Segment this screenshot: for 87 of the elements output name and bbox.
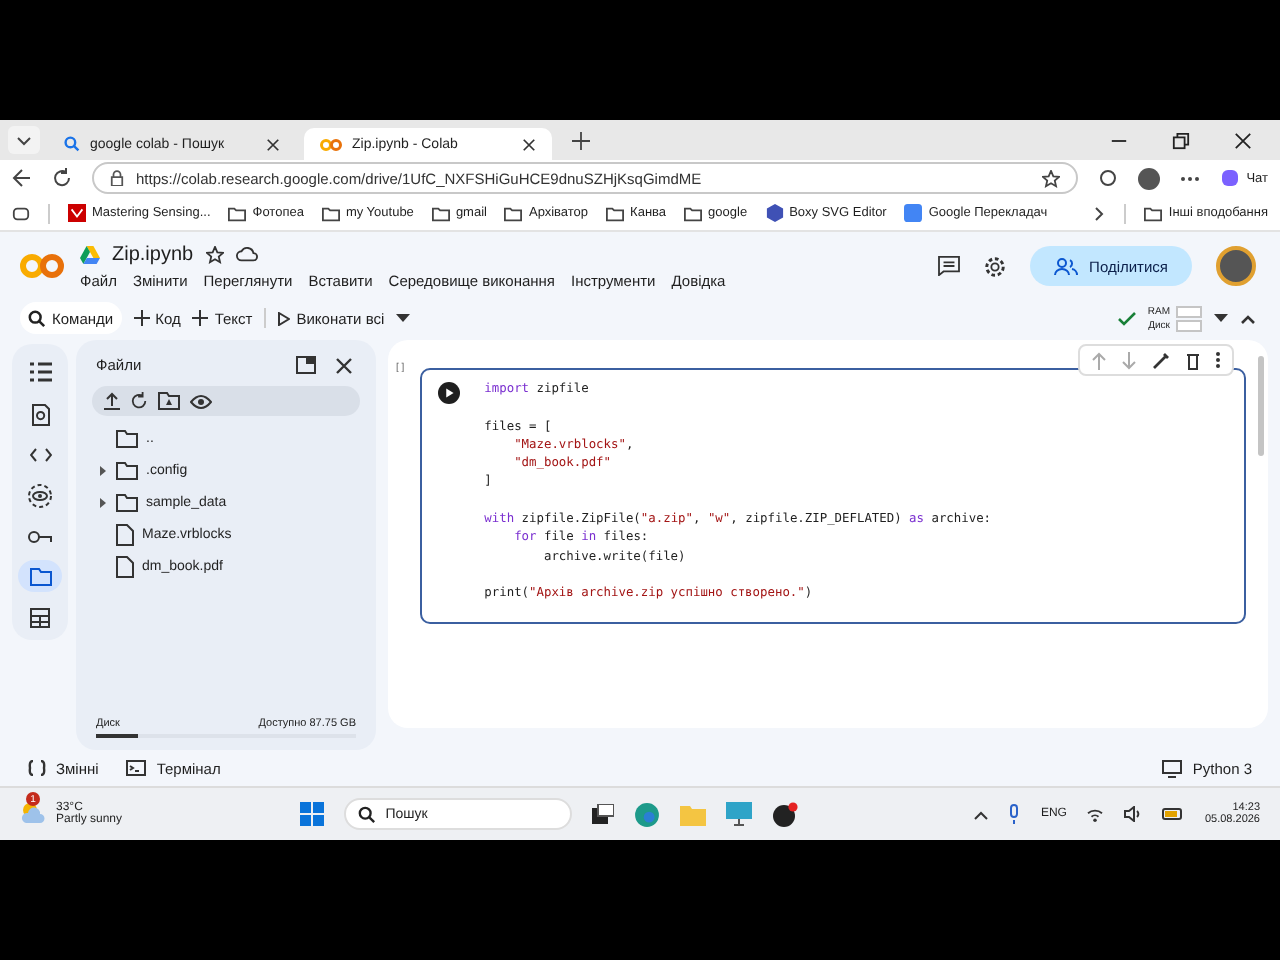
close-icon[interactable] bbox=[266, 137, 280, 151]
caret-icon[interactable] bbox=[98, 498, 108, 508]
app-icon[interactable] bbox=[771, 801, 798, 827]
monitor-icon bbox=[1162, 759, 1183, 777]
colab-logo-icon[interactable] bbox=[20, 252, 64, 280]
caret-icon[interactable] bbox=[98, 466, 108, 476]
microphone-icon[interactable] bbox=[1008, 804, 1021, 824]
plus-icon bbox=[192, 310, 209, 326]
file-icon bbox=[116, 524, 134, 546]
cloud-icon[interactable] bbox=[235, 246, 258, 262]
scrollbar[interactable] bbox=[1258, 356, 1264, 456]
folder-icon bbox=[116, 494, 138, 512]
site-icon bbox=[68, 204, 86, 222]
folder-icon bbox=[684, 205, 703, 221]
refresh-icon[interactable] bbox=[130, 392, 148, 410]
edit-icon[interactable] bbox=[1152, 351, 1170, 369]
tab-list-icon[interactable] bbox=[8, 126, 40, 154]
lock-icon bbox=[110, 170, 124, 186]
table-of-contents-icon[interactable] bbox=[29, 362, 51, 382]
key-icon[interactable] bbox=[28, 530, 52, 544]
task-view-icon[interactable] bbox=[591, 804, 614, 824]
battery-icon[interactable] bbox=[1162, 808, 1185, 820]
search-icon bbox=[357, 805, 376, 823]
wifi-icon[interactable] bbox=[1086, 807, 1105, 821]
code-icon[interactable] bbox=[29, 448, 51, 462]
run-cell-icon[interactable] bbox=[438, 382, 461, 404]
open-in-tab-icon[interactable] bbox=[296, 356, 316, 374]
profile-avatar[interactable] bbox=[1216, 246, 1256, 286]
new-tab-icon[interactable] bbox=[572, 131, 590, 149]
close-icon[interactable] bbox=[336, 357, 352, 373]
folder-icon bbox=[606, 205, 625, 221]
start-icon[interactable] bbox=[299, 802, 324, 826]
colab-logo-icon bbox=[320, 137, 342, 151]
folder-icon bbox=[1144, 205, 1163, 221]
files-tab[interactable] bbox=[18, 560, 62, 592]
upload-icon[interactable] bbox=[104, 392, 120, 410]
find-icon[interactable] bbox=[31, 404, 49, 426]
folder-icon bbox=[228, 205, 247, 221]
secrets-icon[interactable] bbox=[28, 484, 52, 508]
reload-icon[interactable] bbox=[52, 168, 72, 188]
star-icon[interactable] bbox=[205, 245, 224, 263]
notebook-title[interactable]: Zip.ipynb bbox=[112, 243, 194, 265]
search-icon bbox=[64, 136, 80, 152]
dropdown-icon[interactable] bbox=[396, 314, 411, 322]
comment-icon[interactable] bbox=[937, 256, 960, 276]
terminal-icon bbox=[126, 760, 147, 776]
chevron-up-icon[interactable] bbox=[974, 809, 989, 819]
code-cell[interactable] bbox=[420, 368, 1246, 624]
hexagon-icon bbox=[765, 204, 784, 222]
tab-groups-icon[interactable] bbox=[12, 205, 30, 221]
collapse-icon[interactable] bbox=[1240, 313, 1256, 323]
settings-icon[interactable] bbox=[983, 255, 1006, 277]
speaker-icon[interactable] bbox=[1124, 806, 1143, 822]
weather-icon bbox=[20, 800, 48, 824]
folder-icon bbox=[431, 205, 450, 221]
copilot-icon bbox=[1220, 168, 1241, 188]
drive-folder-icon[interactable] bbox=[158, 392, 180, 410]
drive-icon bbox=[80, 245, 100, 263]
folder-icon bbox=[504, 205, 523, 221]
eye-icon[interactable] bbox=[190, 393, 212, 409]
dropdown-icon[interactable] bbox=[1214, 314, 1228, 322]
folder-icon bbox=[321, 205, 340, 221]
translate-icon bbox=[904, 204, 923, 222]
people-icon bbox=[1053, 257, 1078, 275]
play-icon bbox=[278, 311, 291, 325]
disk-meter bbox=[1176, 319, 1202, 331]
search-icon bbox=[28, 309, 46, 327]
close-icon[interactable] bbox=[522, 137, 536, 151]
browser-icon[interactable] bbox=[633, 801, 660, 827]
chevron-right-icon[interactable] bbox=[1094, 205, 1107, 221]
folder-icon bbox=[116, 462, 138, 480]
file-icon bbox=[116, 556, 134, 578]
plus-icon bbox=[133, 310, 150, 326]
profile-avatar[interactable] bbox=[1138, 167, 1161, 189]
folder-icon bbox=[29, 567, 51, 585]
table-icon[interactable] bbox=[30, 608, 50, 628]
monitor-icon[interactable] bbox=[725, 802, 752, 826]
folder-icon bbox=[116, 430, 138, 448]
close-icon[interactable] bbox=[1234, 131, 1252, 149]
restore-icon[interactable] bbox=[1172, 131, 1190, 149]
more-icon[interactable] bbox=[1180, 175, 1201, 181]
star-icon[interactable] bbox=[1042, 169, 1061, 187]
check-icon bbox=[1117, 311, 1136, 325]
ram-meter bbox=[1176, 305, 1202, 317]
delete-icon[interactable] bbox=[1186, 351, 1200, 369]
back-icon[interactable] bbox=[12, 168, 32, 188]
braces-icon bbox=[28, 760, 46, 776]
